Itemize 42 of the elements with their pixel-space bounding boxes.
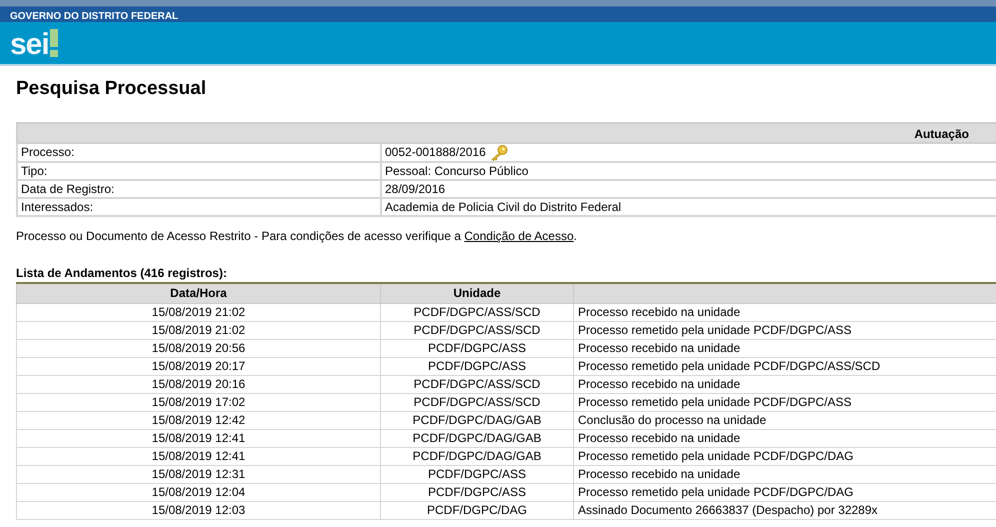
column-header: Unidade: [380, 282, 574, 304]
table-cell: PCDF/DGPC/ASS: [380, 339, 574, 358]
table-cell: 15/08/2019 20:56: [16, 339, 380, 358]
table-cell: PCDF/DGPC/ASS/SCD: [380, 303, 574, 322]
table-cell: 15/08/2019 21:02: [16, 321, 380, 340]
list-caption: Lista de Andamentos (416 registros):: [16, 266, 227, 280]
table-cell: 15/08/2019 17:02: [16, 393, 380, 412]
table-cell: PCDF/DGPC/DAG: [380, 501, 574, 520]
access-link[interactable]: Condição de Acesso: [464, 228, 574, 243]
table-cell: 15/08/2019 12:31: [16, 465, 380, 484]
table-cell: 15/08/2019 12:41: [16, 429, 380, 448]
table-cell: PCDF/DGPC/DAG/GAB: [380, 447, 574, 466]
table-cell: PCDF/DGPC/ASS/SCD: [380, 321, 574, 340]
key-icon: [490, 144, 508, 161]
field-label: Tipo:: [17, 162, 381, 180]
exclamation-icon: [50, 29, 58, 57]
table-cell: PCDF/DGPC/ASS: [380, 357, 574, 376]
table-cell: 15/08/2019 20:17: [16, 357, 380, 376]
table-cell: PCDF/DGPC/DAG/GAB: [380, 411, 574, 430]
field-label: Processo:: [17, 143, 381, 162]
page-title: Pesquisa Processual: [16, 78, 206, 100]
field-value: Academia de Policia Civil do Distrito Federal: [385, 200, 622, 214]
column-header: Data/Hora: [16, 282, 380, 304]
field-label: Interessados:: [17, 198, 381, 216]
table-cell: 15/08/2019 12:04: [16, 483, 380, 502]
table-cell: PCDF/DGPC/DAG/GAB: [380, 429, 574, 448]
access-notice: Processo ou Documento de Acesso Restrito - Para condições de acesso verifique a Condição de Acesso.: [16, 228, 577, 244]
government-name: GOVERNO DO DISTRITO FEDERAL: [10, 10, 178, 23]
table-header: Autuação: [17, 123, 996, 143]
table-cell: 15/08/2019 12:41: [16, 447, 380, 466]
table-cell: PCDF/DGPC/ASS/SCD: [380, 375, 574, 394]
table-cell: PCDF/DGPC/ASS: [380, 483, 574, 502]
table-cell: 15/08/2019 20:16: [16, 375, 380, 394]
table-cell: 15/08/2019 12:42: [16, 411, 380, 430]
field-label: Data de Registro:: [17, 180, 381, 198]
field-value: 28/09/2016: [385, 182, 446, 196]
table-cell: PCDF/DGPC/ASS: [380, 465, 574, 484]
table-cell: 15/08/2019 21:02: [16, 303, 380, 322]
field-value: Pessoal: Concurso Público: [385, 164, 528, 178]
table-cell: 15/08/2019 12:03: [16, 501, 380, 520]
table-cell: PCDF/DGPC/ASS/SCD: [380, 393, 574, 412]
field-value: 0052-001888/2016: [385, 145, 486, 159]
